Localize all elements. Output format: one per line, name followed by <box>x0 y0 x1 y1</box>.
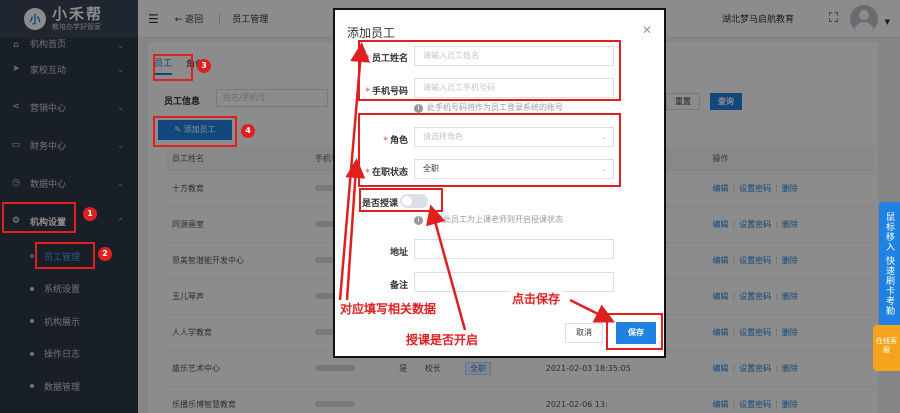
annotation-box-settings-menu <box>2 202 76 233</box>
cancel-button[interactable]: 取消 <box>565 323 603 343</box>
annotation-box-staff-menu <box>35 242 95 269</box>
close-icon[interactable]: ✕ <box>642 23 652 37</box>
annotation-box-save <box>606 313 663 350</box>
remark-input[interactable] <box>414 272 614 292</box>
annotation-fill-data: 对应填写相关数据 <box>338 300 439 317</box>
annotation-teach-toggle: 授课是否开启 <box>404 331 481 348</box>
badge-3: 3 <box>197 59 211 73</box>
online-service-button[interactable]: 在线客服 <box>873 325 900 371</box>
badge-4: 4 <box>241 124 255 138</box>
info-icon: i <box>414 104 423 113</box>
dialog-title: 添加员工 <box>347 26 396 40</box>
badge-1: 1 <box>83 207 97 221</box>
info-icon: i <box>414 216 423 225</box>
teach-hint: i 如果此员工为上课老师则开启授课状态 <box>414 214 563 225</box>
badge-2: 2 <box>98 247 112 261</box>
annotation-box-staff-tab <box>153 54 193 81</box>
remark-label: 备注 <box>389 281 408 291</box>
annotation-box-role-status <box>358 113 621 187</box>
quick-checkin-panel[interactable]: 鼠标移入 快速刷卡考勤 <box>879 202 900 326</box>
annotation-box-teach <box>359 188 443 212</box>
address-input[interactable] <box>414 239 614 259</box>
annotation-box-add-button <box>153 116 237 147</box>
phone-hint: i 此手机号码将作为员工登录系统的账号 <box>414 102 563 113</box>
annotation-box-name-phone <box>358 40 621 101</box>
address-label: 地址 <box>389 248 408 258</box>
annotation-click-save: 点击保存 <box>510 290 563 307</box>
